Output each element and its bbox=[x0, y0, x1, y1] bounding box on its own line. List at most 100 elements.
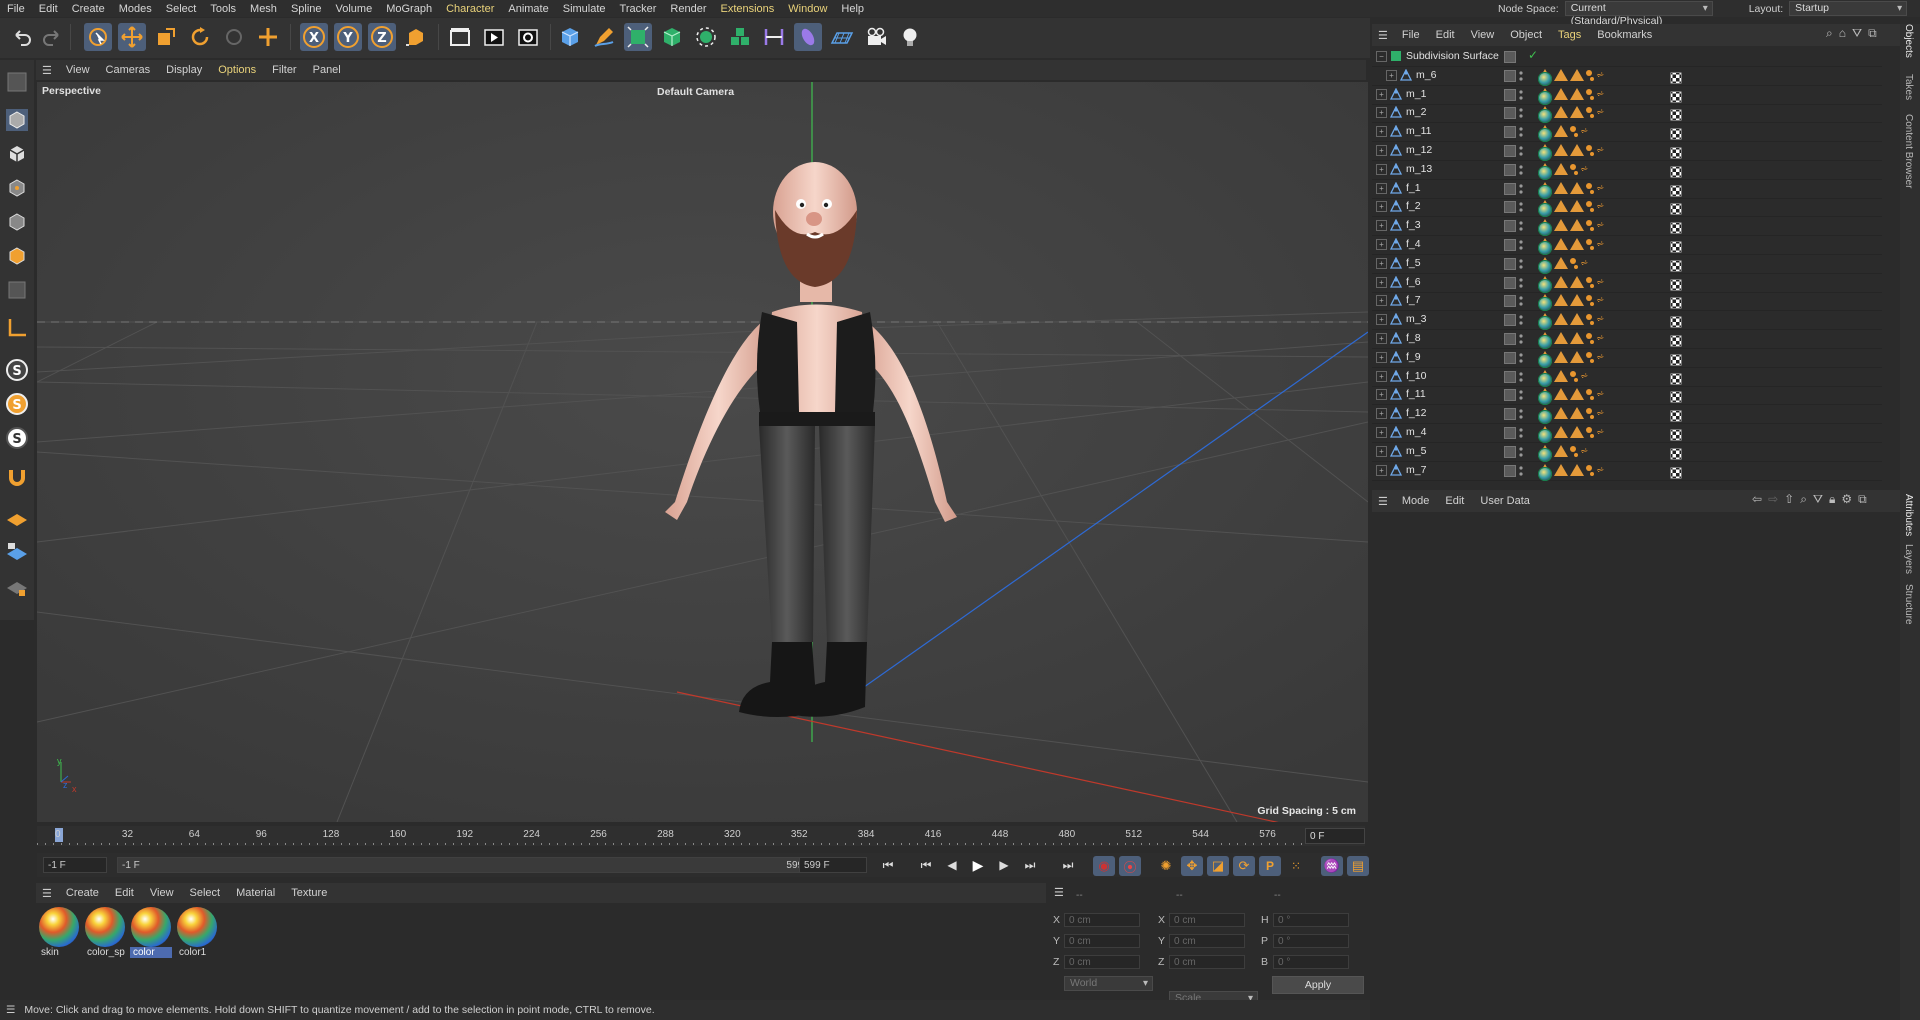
object-row[interactable]: + m_3 ⩫ bbox=[1372, 311, 1882, 331]
object-row[interactable]: + m_5 ⩫ bbox=[1372, 443, 1882, 462]
menu-item[interactable]: Edit bbox=[1437, 495, 1472, 507]
dots-tag-icon[interactable] bbox=[1586, 351, 1594, 365]
checker-tag-icon[interactable] bbox=[1670, 335, 1682, 347]
object-row[interactable]: + f_8 ⩫ bbox=[1372, 330, 1882, 349]
enabled-check-icon[interactable]: ✓ bbox=[1528, 48, 1538, 62]
expand-icon[interactable]: + bbox=[1376, 163, 1387, 175]
triangle-tag-icon[interactable] bbox=[1554, 426, 1568, 438]
checker-tag-icon[interactable] bbox=[1670, 372, 1682, 385]
cube-object-button[interactable] bbox=[556, 23, 584, 51]
menu-item[interactable]: Character bbox=[439, 3, 501, 15]
prev-frame-icon[interactable]: ◀ bbox=[941, 856, 963, 874]
object-row[interactable]: + m_12 ⩫ bbox=[1372, 142, 1882, 161]
dots-tag-icon[interactable] bbox=[1586, 238, 1594, 252]
forward-arrow-icon[interactable]: ⇨ bbox=[1768, 492, 1778, 507]
menu-item[interactable]: Display bbox=[158, 64, 210, 76]
new-window-icon[interactable]: ⧉ bbox=[1868, 26, 1877, 41]
menu-item[interactable]: Select bbox=[159, 3, 204, 15]
move-tool[interactable] bbox=[118, 23, 146, 51]
rotate-tool[interactable] bbox=[186, 23, 214, 51]
expand-icon[interactable]: + bbox=[1376, 276, 1387, 288]
polygon-mode-button[interactable] bbox=[3, 242, 31, 270]
menu-item[interactable]: Spline bbox=[284, 3, 329, 15]
material-tag-icon[interactable] bbox=[1538, 222, 1552, 237]
material-tag-icon[interactable] bbox=[1538, 410, 1552, 425]
expand-icon[interactable]: + bbox=[1376, 220, 1387, 232]
floor-button[interactable] bbox=[828, 23, 856, 51]
visibility-check[interactable] bbox=[1504, 51, 1516, 63]
dots-tag-icon[interactable] bbox=[1586, 388, 1594, 402]
material-swatch[interactable]: color_sp bbox=[84, 907, 126, 963]
status-menu-icon[interactable]: ☰ bbox=[0, 1004, 21, 1016]
dots-tag-icon[interactable] bbox=[1586, 426, 1594, 440]
menu-item[interactable]: Tracker bbox=[613, 3, 664, 15]
texture-mode-button[interactable] bbox=[3, 140, 31, 168]
wave-tag-icon[interactable]: ⩫ bbox=[1596, 407, 1610, 421]
triangle-tag-icon[interactable] bbox=[1570, 200, 1584, 213]
size-y-field[interactable]: 0 cm bbox=[1169, 934, 1245, 948]
visibility-check[interactable] bbox=[1504, 295, 1516, 308]
material-tag-icon[interactable] bbox=[1538, 391, 1552, 406]
current-frame-field[interactable]: 0 F bbox=[1305, 828, 1365, 844]
back-arrow-icon[interactable]: ⇦ bbox=[1752, 492, 1762, 507]
visibility-check[interactable] bbox=[1504, 69, 1516, 82]
side-tab[interactable]: Takes bbox=[1903, 74, 1914, 100]
triangle-tag-icon[interactable] bbox=[1570, 68, 1584, 81]
dots-tag-icon[interactable] bbox=[1586, 276, 1594, 290]
scale-tool[interactable] bbox=[152, 23, 180, 51]
uv-mode-button[interactable] bbox=[3, 276, 31, 304]
editor-render-dots-icon[interactable] bbox=[1519, 89, 1523, 101]
editor-render-dots-icon[interactable] bbox=[1519, 277, 1523, 289]
editor-render-dots-icon[interactable] bbox=[1519, 333, 1523, 345]
wave-tag-icon[interactable]: ⩫ bbox=[1596, 238, 1610, 252]
object-row[interactable]: + f_6 ⩫ bbox=[1372, 274, 1882, 293]
new-window-icon[interactable]: ⧉ bbox=[1858, 492, 1867, 507]
wave-tag-icon[interactable]: ⩫ bbox=[1596, 69, 1610, 83]
menu-item[interactable]: Filter bbox=[264, 64, 304, 76]
visibility-check[interactable] bbox=[1504, 351, 1516, 364]
menu-item[interactable]: Simulate bbox=[556, 3, 613, 15]
checker-tag-icon[interactable] bbox=[1670, 109, 1682, 122]
side-tab[interactable]: Content Browser bbox=[1903, 114, 1914, 188]
collapse-icon[interactable]: − bbox=[1376, 51, 1387, 62]
timeline-ruler[interactable]: 0 32 64 96 128 160 192 224 256 288 320 352 384 416 448… bbox=[37, 826, 1365, 846]
triangle-tag-icon[interactable] bbox=[1554, 87, 1568, 100]
triangle-tag-icon[interactable] bbox=[1554, 444, 1568, 457]
snap-button[interactable]: S bbox=[3, 356, 31, 384]
world-coordinates-toggle[interactable] bbox=[402, 23, 430, 51]
filter-icon[interactable]: ⛛ bbox=[1852, 26, 1862, 41]
field-button[interactable] bbox=[794, 23, 822, 51]
material-menu-icon[interactable]: ☰ bbox=[36, 887, 58, 900]
triangle-tag-icon[interactable] bbox=[1570, 388, 1584, 401]
make-editable-button[interactable] bbox=[3, 68, 31, 96]
go-to-start-icon[interactable]: ⏮ bbox=[877, 856, 899, 874]
object-row[interactable]: + f_4 ⩫ bbox=[1372, 236, 1882, 255]
menu-item[interactable]: Mesh bbox=[243, 3, 284, 15]
expand-icon[interactable]: + bbox=[1376, 201, 1387, 213]
checker-tag-icon[interactable] bbox=[1670, 447, 1682, 460]
checker-tag-icon[interactable] bbox=[1670, 165, 1682, 178]
rot-h-field[interactable]: 0 ° bbox=[1273, 913, 1349, 927]
visibility-check[interactable] bbox=[1504, 239, 1516, 251]
expand-icon[interactable]: + bbox=[1376, 126, 1387, 138]
visibility-check[interactable] bbox=[1504, 126, 1516, 139]
editor-render-dots-icon[interactable] bbox=[1519, 164, 1523, 176]
object-row[interactable]: + m_7 ⩫ bbox=[1372, 462, 1882, 481]
menu-item[interactable]: Tags bbox=[1550, 29, 1589, 41]
extrude-button[interactable] bbox=[658, 23, 686, 51]
material-tag-icon[interactable] bbox=[1538, 353, 1552, 368]
editor-render-dots-icon[interactable] bbox=[1519, 201, 1523, 213]
wave-tag-icon[interactable]: ⩫ bbox=[1596, 351, 1610, 365]
triangle-tag-icon[interactable] bbox=[1570, 313, 1584, 326]
object-row[interactable]: + f_7 ⩫ bbox=[1372, 292, 1882, 312]
triangle-tag-icon[interactable] bbox=[1554, 162, 1568, 175]
wave-tag-icon[interactable]: ⩫ bbox=[1596, 426, 1610, 440]
dots-tag-icon[interactable] bbox=[1586, 182, 1594, 196]
wave-tag-icon[interactable]: ⩫ bbox=[1596, 464, 1610, 478]
object-row[interactable]: + f_3 ⩫ bbox=[1372, 217, 1882, 237]
wave-tag-icon[interactable]: ⩫ bbox=[1596, 182, 1610, 196]
triangle-tag-icon[interactable] bbox=[1570, 275, 1584, 288]
wave-tag-icon[interactable]: ⩫ bbox=[1596, 219, 1610, 233]
wave-tag-icon[interactable]: ⩫ bbox=[1596, 88, 1610, 102]
visibility-check[interactable] bbox=[1504, 145, 1516, 157]
